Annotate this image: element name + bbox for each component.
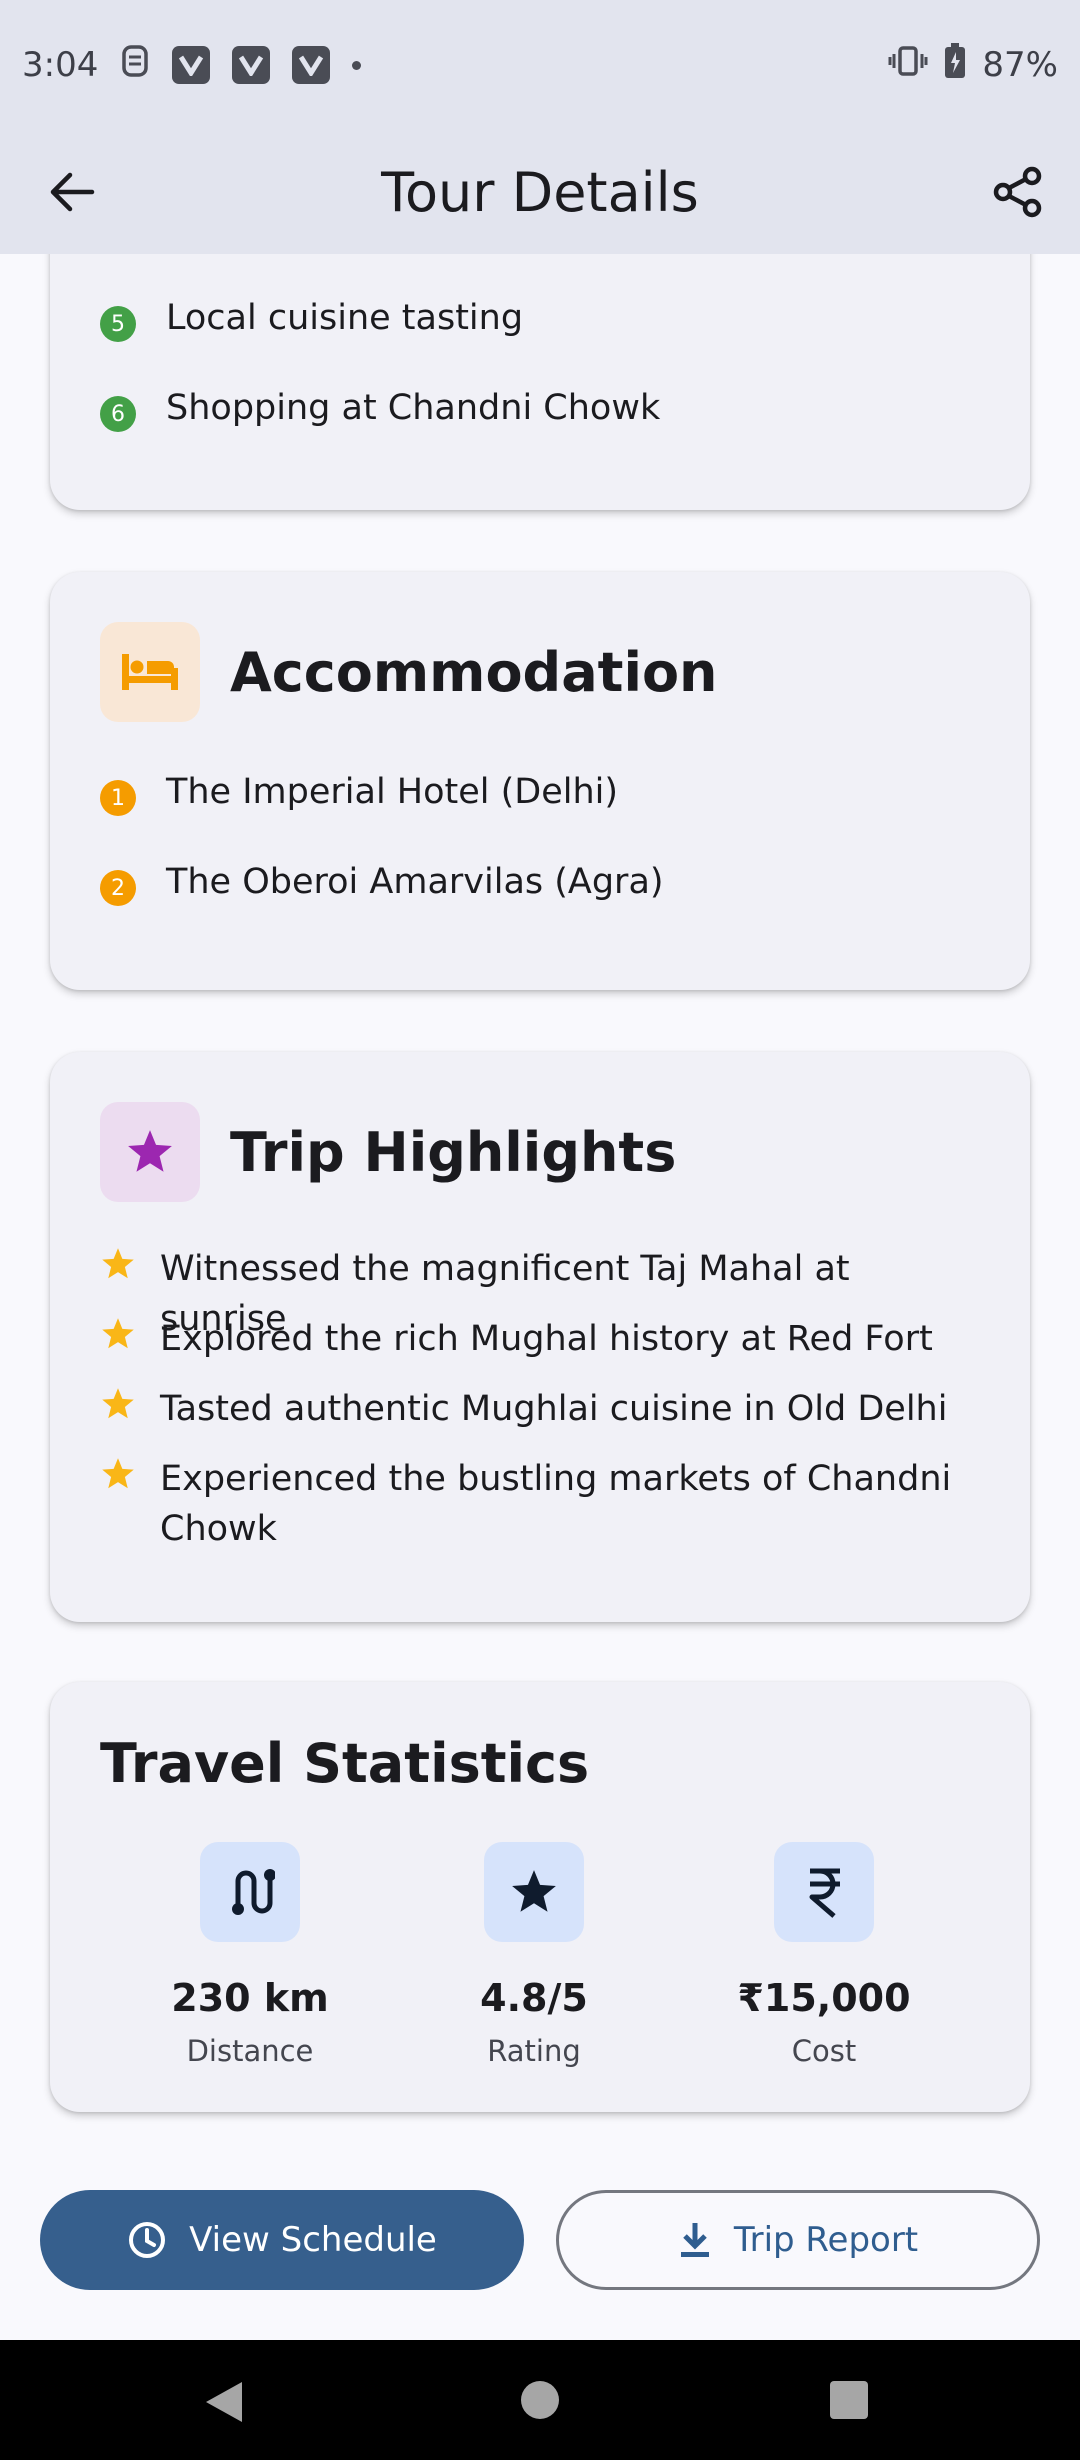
accommodation-item-text: The Oberoi Amarvilas (Agra)	[166, 862, 664, 902]
trip-report-button[interactable]: Trip Report	[556, 2190, 1040, 2290]
nav-home-icon[interactable]	[520, 2380, 560, 2420]
accommodation-item-text: The Imperial Hotel (Delhi)	[166, 772, 619, 812]
status-time: 3:04	[22, 45, 99, 85]
screen: 3:04 87% Tour Details 5 Local cuisine ta…	[0, 0, 1080, 2460]
number-badge: 2	[100, 870, 136, 906]
star-icon	[100, 1102, 200, 1202]
star-icon	[484, 1842, 584, 1942]
bed-icon	[100, 622, 200, 722]
stats-title: Travel Statistics	[100, 1732, 590, 1795]
notification-icon	[120, 44, 150, 87]
highlight-item: Tasted authentic Mughlai cuisine in Old …	[100, 1384, 980, 1434]
battery-icon	[944, 42, 966, 88]
stats-card: Travel Statistics 230 km Distance 4.8/5 …	[50, 1682, 1030, 2112]
itinerary-item: 5 Local cuisine tasting	[100, 294, 523, 342]
itinerary-card: 5 Local cuisine tasting 6 Shopping at Ch…	[50, 254, 1030, 510]
scroll-content[interactable]: 5 Local cuisine tasting 6 Shopping at Ch…	[0, 254, 1080, 2340]
stat-label: Cost	[791, 2034, 857, 2068]
share-button[interactable]	[986, 160, 1050, 224]
itinerary-item: 6 Shopping at Chandni Chowk	[100, 384, 660, 432]
number-badge: 6	[100, 396, 136, 432]
arrow-back-icon	[50, 172, 95, 212]
accommodation-title: Accommodation	[230, 640, 718, 704]
star-icon	[102, 1458, 134, 1489]
clock-icon	[129, 2222, 166, 2258]
star-icon	[102, 1318, 134, 1349]
page-title: Tour Details	[381, 160, 699, 224]
view-schedule-button[interactable]: View Schedule	[40, 2190, 524, 2290]
highlight-item: Explored the rich Mughal history at Red …	[100, 1314, 980, 1364]
highlight-text: Experienced the bustling markets of Chan…	[160, 1459, 952, 1549]
itinerary-item-text: Shopping at Chandni Chowk	[166, 388, 661, 428]
accommodation-card: Accommodation 1 The Imperial Hotel (Delh…	[50, 572, 1030, 990]
share-icon	[993, 166, 1042, 218]
number-badge: 5	[100, 306, 136, 342]
accommodation-header: Accommodation	[100, 622, 718, 722]
stat-cost: ₹15,000 Cost	[704, 1842, 944, 2068]
app-bar: Tour Details	[0, 130, 1080, 254]
star-icon	[102, 1388, 134, 1419]
stat-value: 4.8/5	[480, 1976, 588, 2020]
nav-back-icon[interactable]	[204, 2380, 244, 2424]
status-bar: 3:04 87%	[0, 0, 1080, 130]
system-nav-bar	[0, 2340, 1080, 2460]
battery-percent: 87%	[982, 45, 1058, 85]
accommodation-item: 2 The Oberoi Amarvilas (Agra)	[100, 858, 664, 906]
trip-report-label: Trip Report	[733, 2220, 919, 2260]
highlights-header: Trip Highlights	[100, 1102, 676, 1202]
stat-distance: 230 km Distance	[130, 1842, 370, 2068]
stat-value: ₹15,000	[737, 1976, 911, 2020]
app-v-icon	[292, 46, 331, 84]
itinerary-item-text: Local cuisine tasting	[166, 298, 524, 338]
back-button[interactable]	[40, 160, 104, 224]
highlight-text: Tasted authentic Mughlai cuisine in Old …	[160, 1389, 948, 1429]
route-icon	[200, 1842, 300, 1942]
more-notifications-dot	[352, 60, 362, 70]
stat-label: Rating	[487, 2034, 581, 2068]
highlights-title: Trip Highlights	[230, 1120, 677, 1184]
view-schedule-label: View Schedule	[189, 2220, 437, 2260]
rupee-icon	[774, 1842, 874, 1942]
download-icon	[680, 2223, 709, 2257]
highlights-card: Trip Highlights Witnessed the magnificen…	[50, 1052, 1030, 1622]
stat-value: 230 km	[171, 1976, 329, 2020]
stat-label: Distance	[186, 2034, 314, 2068]
stat-rating: 4.8/5 Rating	[414, 1842, 654, 2068]
highlight-item: Experienced the bustling markets of Chan…	[100, 1454, 980, 1554]
app-v-icon	[232, 46, 271, 84]
nav-recents-icon[interactable]	[829, 2380, 869, 2420]
app-v-icon	[172, 46, 211, 84]
accommodation-item: 1 The Imperial Hotel (Delhi)	[100, 768, 618, 816]
star-icon	[102, 1248, 134, 1279]
highlight-text: Explored the rich Mughal history at Red …	[160, 1319, 933, 1359]
vibrate-icon	[888, 44, 928, 87]
number-badge: 1	[100, 780, 136, 816]
